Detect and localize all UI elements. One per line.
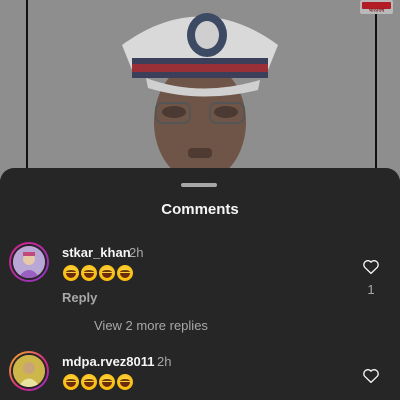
- comment-text: [63, 265, 133, 281]
- tears-of-joy-icon: [81, 374, 97, 390]
- heart-outline-icon[interactable]: [362, 367, 380, 385]
- tears-of-joy-icon: [99, 374, 115, 390]
- tears-of-joy-icon: [63, 265, 79, 281]
- view-replies-button[interactable]: View 2 more replies: [94, 318, 208, 333]
- drag-handle[interactable]: [181, 183, 217, 187]
- tears-of-joy-icon: [117, 374, 133, 390]
- avatar[interactable]: [9, 351, 49, 391]
- comments-sheet: Comments stkar_khan 2h Reply 1 View 2 mo…: [0, 168, 400, 400]
- like-count: 1: [367, 282, 375, 297]
- comment-username[interactable]: mdpa.rvez8011: [62, 354, 155, 369]
- reply-button[interactable]: Reply: [62, 290, 97, 305]
- frame-border-right: [375, 0, 377, 172]
- tears-of-joy-icon: [81, 265, 97, 281]
- sheet-title: Comments: [161, 201, 239, 218]
- avatar[interactable]: [9, 242, 49, 282]
- comment-time: 2h: [129, 245, 144, 260]
- tears-of-joy-icon: [63, 374, 79, 390]
- tears-of-joy-icon: [99, 265, 115, 281]
- tears-of-joy-icon: [117, 265, 133, 281]
- channel-logo: भारतवर्ष: [360, 0, 393, 14]
- video-background: भारतवर्ष: [0, 0, 400, 180]
- officer-portrait-image: [122, 13, 278, 180]
- frame-border-left: [26, 0, 28, 172]
- comment-text: [63, 374, 133, 390]
- heart-outline-icon[interactable]: [362, 258, 380, 276]
- comment-time: 2h: [157, 354, 172, 369]
- comment-username[interactable]: stkar_khan: [62, 245, 131, 260]
